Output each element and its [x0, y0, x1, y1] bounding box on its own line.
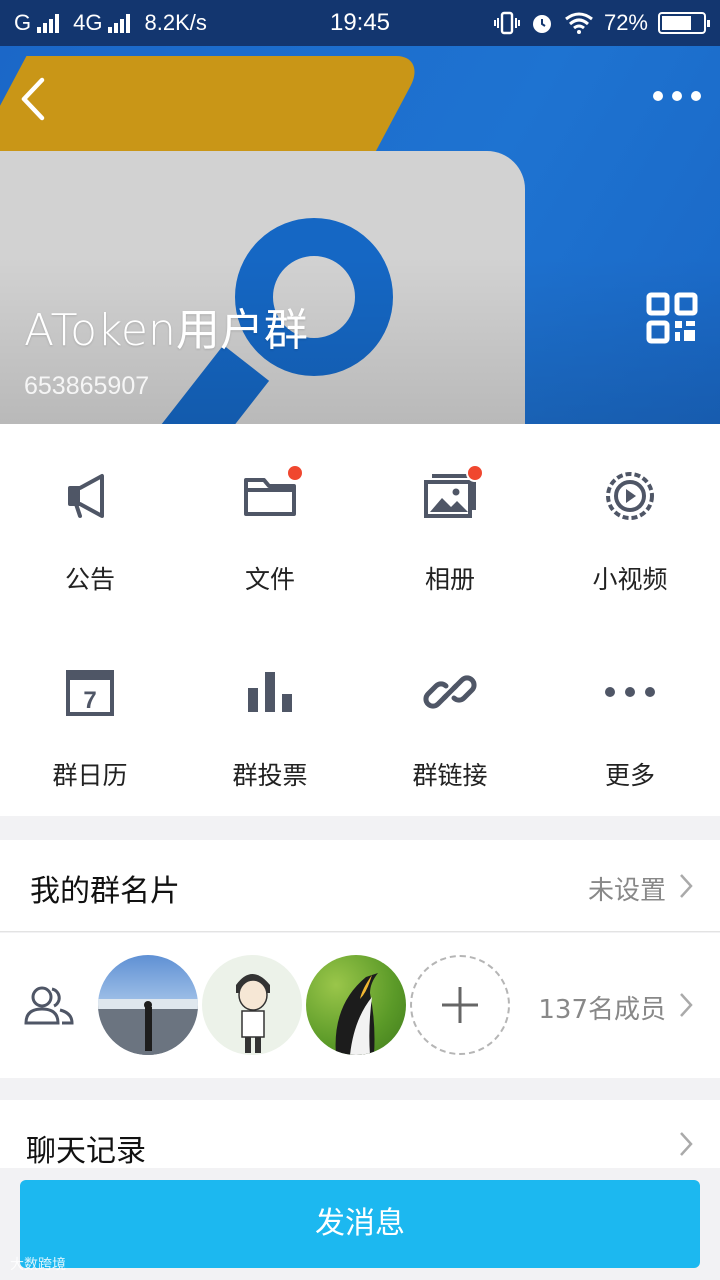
feature-calendar[interactable]: 7 群日历 [0, 620, 180, 816]
new-badge [466, 464, 484, 482]
megaphone-icon [68, 474, 104, 518]
chevron-right-icon [680, 993, 693, 1017]
row-title: 聊天记录 [26, 1134, 146, 1169]
send-message-button[interactable]: 发消息 [20, 1180, 700, 1268]
feature-files[interactable]: 文件 [180, 424, 360, 620]
status-bar: G 4G 8.2K/s 19:45 72% [0, 0, 720, 46]
feature-label: 小视频 [592, 565, 668, 594]
group-header: AToken用户群 653865907 [0, 46, 720, 424]
row-title: 我的群名片 [30, 874, 180, 909]
members-row[interactable]: 137名成员 [0, 933, 720, 1078]
add-member-button[interactable] [410, 955, 510, 1055]
alarm-icon [532, 15, 551, 33]
battery-level [662, 16, 691, 30]
plus-icon [442, 987, 478, 1023]
feature-label: 群投票 [232, 761, 308, 790]
battery-icon [658, 12, 710, 34]
feature-label: 相册 [424, 565, 475, 594]
feature-label: 更多 [604, 761, 655, 790]
more-options-button[interactable] [652, 84, 702, 108]
feature-more[interactable]: 更多 [540, 620, 720, 816]
feature-announcement[interactable]: 公告 [0, 424, 180, 620]
ellipsis-icon [605, 687, 655, 697]
calendar-icon: 7 [66, 670, 114, 716]
group-id: 653865907 [24, 372, 150, 400]
chevron-right-icon [680, 1132, 693, 1156]
chevron-right-icon [680, 874, 693, 898]
member-avatar[interactable] [98, 955, 198, 1055]
feature-label: 文件 [244, 565, 295, 594]
battery-percent: 72% [603, 10, 648, 35]
qr-code-button[interactable] [646, 292, 698, 344]
my-group-card-row[interactable]: 我的群名片 未设置 [0, 840, 720, 932]
member-count: 137名成员 [538, 995, 666, 1025]
back-button[interactable] [14, 74, 54, 124]
feature-label: 群日历 [52, 761, 128, 790]
member-avatar[interactable] [202, 955, 302, 1055]
group-name: AToken用户群 [24, 305, 308, 356]
link-icon [423, 675, 477, 709]
feature-link[interactable]: 群链接 [360, 620, 540, 816]
members-icon [24, 986, 74, 1025]
feature-label: 公告 [64, 565, 115, 594]
video-icon [606, 472, 654, 520]
member-avatar[interactable] [306, 955, 406, 1055]
watermark: 大数跨境 [10, 1257, 66, 1273]
chat-history-row[interactable]: 聊天记录 [0, 1100, 720, 1169]
feature-vote[interactable]: 群投票 [180, 620, 360, 816]
calendar-day: 7 [83, 687, 96, 714]
feature-label: 群链接 [412, 761, 488, 790]
feature-short-video[interactable]: 小视频 [540, 424, 720, 620]
feature-album[interactable]: 相册 [360, 424, 540, 620]
feature-grid: 公告 文件 相册 小视频 7 群日历 群投票 群链接 更多 [0, 424, 720, 816]
wifi-icon [565, 12, 593, 34]
bar-chart-icon [248, 672, 292, 712]
new-badge [286, 464, 304, 482]
vibrate-icon [493, 11, 520, 35]
row-value: 未设置 [587, 876, 666, 906]
